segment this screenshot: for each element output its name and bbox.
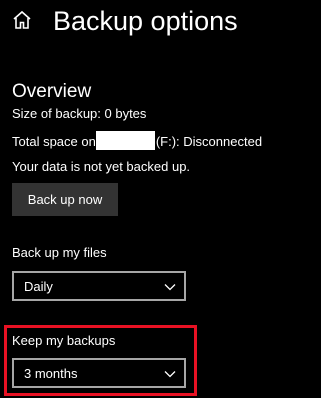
home-icon[interactable] xyxy=(12,10,32,30)
back-up-now-button[interactable]: Back up now xyxy=(12,183,118,216)
total-space-text: Total space on (F:): Disconnected xyxy=(12,131,262,151)
keep-backups-label: Keep my backups xyxy=(12,333,116,348)
chevron-down-icon xyxy=(164,280,176,292)
redacted-drive-name xyxy=(95,131,155,150)
total-space-suffix: (F:): Disconnected xyxy=(155,134,263,149)
overview-heading: Overview xyxy=(12,81,92,102)
total-space-prefix: Total space on xyxy=(12,134,96,149)
page-title: Backup options xyxy=(53,6,238,36)
backup-frequency-value: Daily xyxy=(24,279,53,294)
chevron-down-icon xyxy=(164,367,176,379)
backup-frequency-select[interactable]: Daily xyxy=(12,271,186,301)
backup-size-text: Size of backup: 0 bytes xyxy=(12,106,147,121)
keep-backups-value: 3 months xyxy=(24,366,78,381)
keep-backups-select[interactable]: 3 months xyxy=(12,358,186,388)
backup-status-text: Your data is not yet backed up. xyxy=(12,159,191,174)
backup-frequency-label: Back up my files xyxy=(12,245,107,260)
